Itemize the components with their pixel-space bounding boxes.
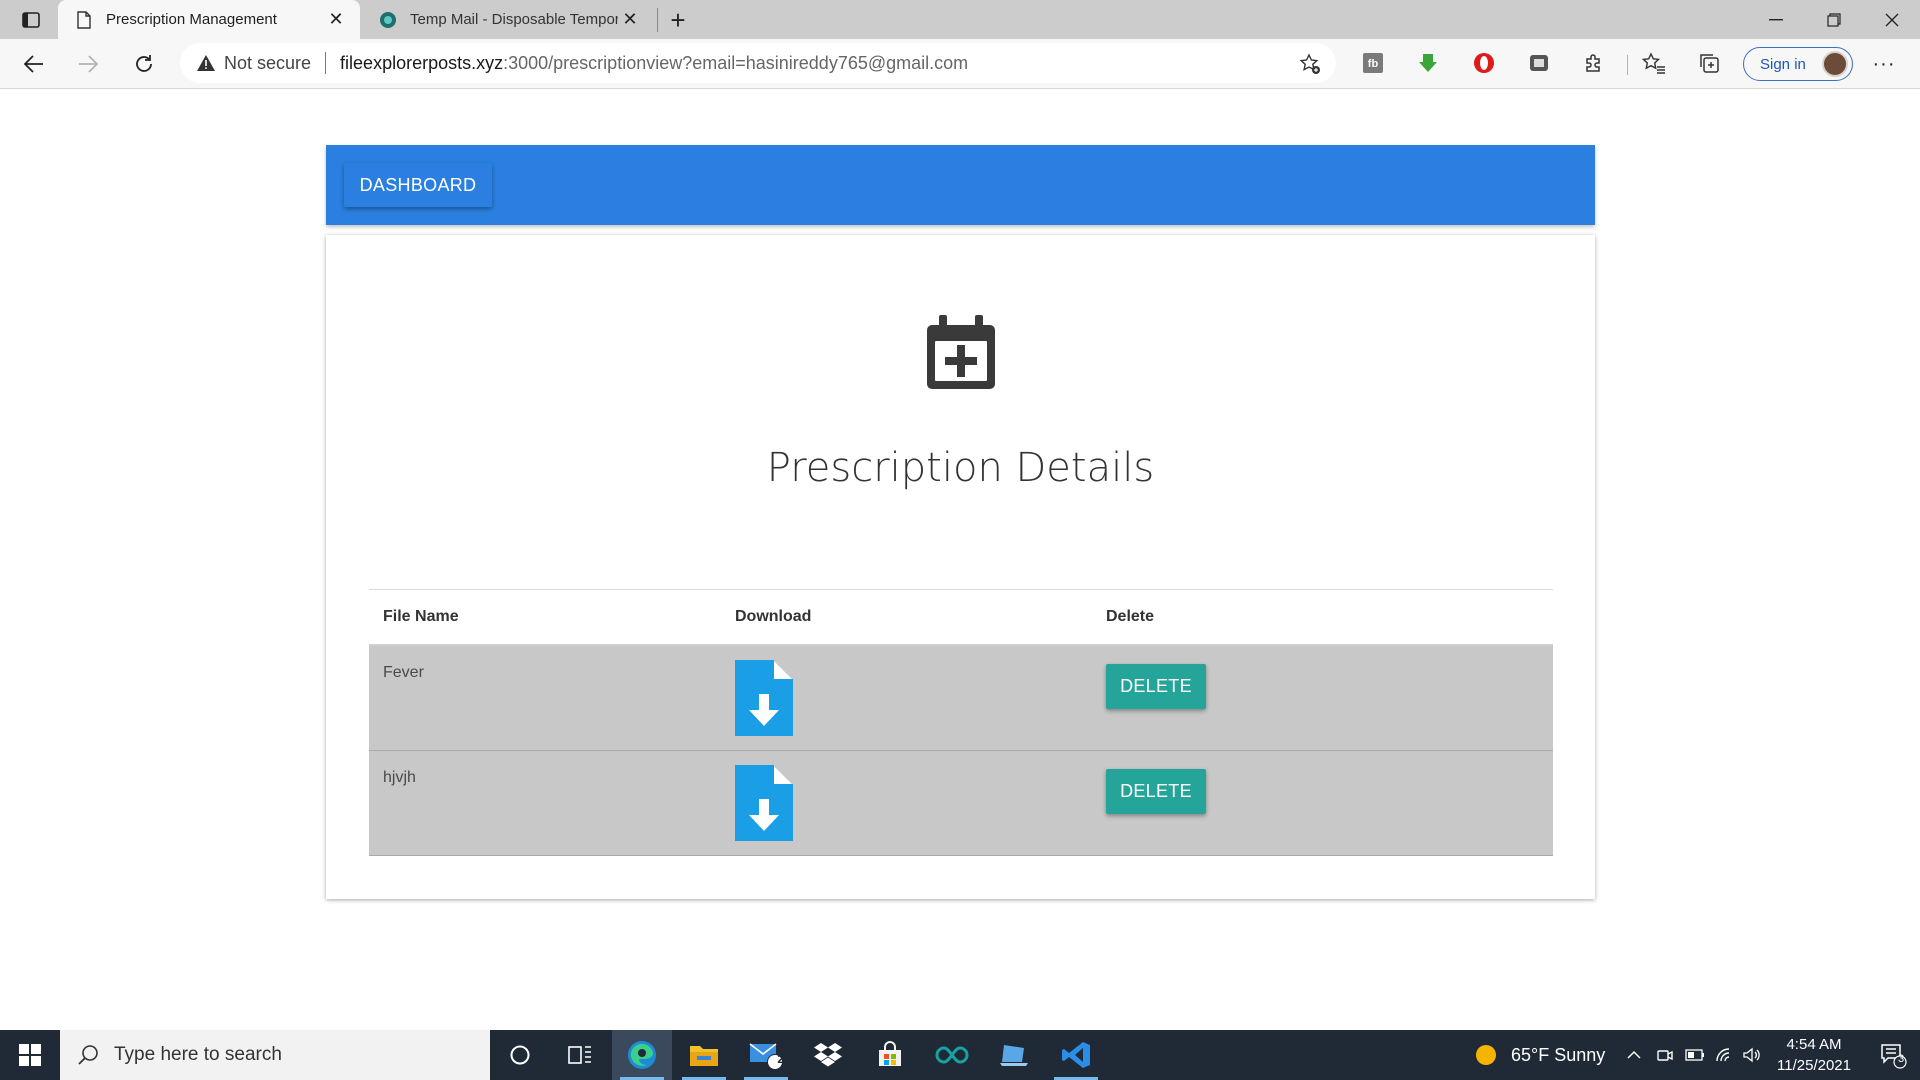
- notification-count: 3: [1897, 1053, 1905, 1065]
- vscode-icon[interactable]: [1046, 1030, 1106, 1080]
- prescription-table: File Name Download Delete Fever DELETE h…: [369, 589, 1553, 856]
- sign-in-label: Sign in: [1760, 55, 1806, 73]
- prescription-card: Prescription Details File Name Download …: [326, 235, 1595, 899]
- favorites-icon[interactable]: [1640, 49, 1668, 77]
- tab-title: Temp Mail - Disposable Tempora: [410, 11, 618, 28]
- header-download: Download: [735, 608, 812, 625]
- security-label[interactable]: Not secure: [224, 53, 311, 74]
- extension-download-icon[interactable]: [1414, 49, 1442, 77]
- header-delete: Delete: [1106, 608, 1155, 625]
- extension-fb-icon[interactable]: fb: [1359, 49, 1387, 77]
- app-laptop-icon[interactable]: [984, 1030, 1044, 1080]
- svg-text:fb: fb: [1368, 58, 1379, 70]
- tab-temp-mail[interactable]: Temp Mail - Disposable Tempora ✕: [362, 0, 654, 39]
- url-path: :3000/prescriptionview?email=hasinireddy…: [503, 52, 969, 73]
- address-bar[interactable]: Not secure fileexplorerposts.xyz :3000/p…: [180, 43, 1336, 83]
- more-options-icon[interactable]: ···: [1868, 48, 1900, 80]
- address-separator: [325, 52, 327, 74]
- app-header-bar: DASHBOARD: [326, 145, 1595, 225]
- collections-icon[interactable]: [1695, 49, 1723, 77]
- toolbar-separator: [1627, 55, 1628, 75]
- weather-text[interactable]: 65°F Sunny: [1511, 1030, 1605, 1080]
- tab-title: Prescription Management: [106, 11, 277, 28]
- battery-icon[interactable]: [1680, 1030, 1710, 1080]
- browser-tab-strip: Prescription Management ✕ Temp Mail - Di…: [0, 0, 1920, 39]
- mail-badge: 20: [777, 1052, 791, 1066]
- table-header: File Name Download Delete: [369, 590, 1553, 646]
- download-file-icon[interactable]: [735, 660, 793, 736]
- tab-divider: [657, 8, 658, 32]
- clock-time: 4:54 AM: [1786, 1036, 1842, 1053]
- windows-taskbar: Type here to search 20 65°F Sunny 4:54 A…: [0, 1030, 1920, 1080]
- delete-button[interactable]: DELETE: [1106, 664, 1206, 709]
- dashboard-button[interactable]: DASHBOARD: [344, 163, 492, 207]
- download-file-icon[interactable]: [735, 765, 793, 841]
- refresh-icon[interactable]: [128, 48, 160, 80]
- wifi-icon[interactable]: [1710, 1030, 1740, 1080]
- mail-icon[interactable]: 20: [736, 1030, 796, 1080]
- browser-toolbar: Not secure fileexplorerposts.xyz :3000/p…: [0, 39, 1920, 89]
- start-windows-icon[interactable]: [0, 1030, 60, 1080]
- delete-button[interactable]: DELETE: [1106, 769, 1206, 814]
- system-clock[interactable]: 4:54 AM 11/25/2021: [1764, 1034, 1864, 1076]
- task-view-icon[interactable]: [550, 1030, 610, 1080]
- url-host: fileexplorerposts.xyz: [340, 52, 504, 73]
- warning-icon[interactable]: [196, 53, 216, 73]
- search-placeholder: Type here to search: [114, 1044, 282, 1065]
- close-window-icon[interactable]: [1864, 0, 1920, 39]
- sign-in-button[interactable]: Sign in: [1743, 47, 1853, 81]
- add-favorite-icon[interactable]: [1298, 52, 1322, 76]
- table-row: Fever DELETE: [369, 646, 1553, 751]
- arduino-icon[interactable]: [922, 1030, 982, 1080]
- new-tab-icon[interactable]: +: [664, 5, 692, 35]
- profile-avatar: [1822, 51, 1848, 77]
- dropbox-icon[interactable]: [798, 1030, 858, 1080]
- file-name-cell: Fever: [383, 664, 424, 681]
- close-tab-icon[interactable]: ✕: [324, 8, 348, 32]
- restore-icon[interactable]: [1806, 0, 1862, 39]
- taskbar-search-box[interactable]: Type here to search: [60, 1030, 490, 1080]
- search-icon: [76, 1043, 100, 1067]
- clock-date: 11/25/2021: [1777, 1057, 1851, 1074]
- microsoft-store-icon[interactable]: [860, 1030, 920, 1080]
- edge-browser-icon[interactable]: [612, 1030, 672, 1080]
- tab-prescription-management[interactable]: Prescription Management ✕: [58, 0, 360, 39]
- weather-sun-icon[interactable]: [1456, 1030, 1516, 1080]
- page-title: Prescription Details: [766, 445, 1155, 491]
- forward-icon[interactable]: [72, 48, 104, 80]
- calendar-add-icon: [923, 313, 999, 393]
- volume-icon[interactable]: [1738, 1030, 1766, 1080]
- cortana-icon[interactable]: [490, 1030, 550, 1080]
- table-row: hjvjh DELETE: [369, 751, 1553, 856]
- extensions-puzzle-icon[interactable]: [1580, 49, 1608, 77]
- page-icon: [74, 10, 94, 30]
- close-tab-icon[interactable]: ✕: [618, 8, 642, 32]
- header-file-name: File Name: [383, 608, 459, 625]
- extension-opera-icon[interactable]: [1470, 49, 1498, 77]
- back-icon[interactable]: [18, 48, 50, 80]
- chevron-up-icon[interactable]: [1620, 1030, 1648, 1080]
- notification-center-icon[interactable]: 3: [1866, 1030, 1920, 1080]
- tab-actions-icon[interactable]: [18, 9, 44, 31]
- file-name-cell: hjvjh: [383, 769, 416, 786]
- file-explorer-icon[interactable]: [674, 1030, 734, 1080]
- extension-screenshot-icon[interactable]: [1525, 49, 1553, 77]
- meet-now-icon[interactable]: [1650, 1030, 1680, 1080]
- minimize-icon[interactable]: [1748, 0, 1804, 39]
- temp-mail-favicon-icon: [378, 10, 398, 30]
